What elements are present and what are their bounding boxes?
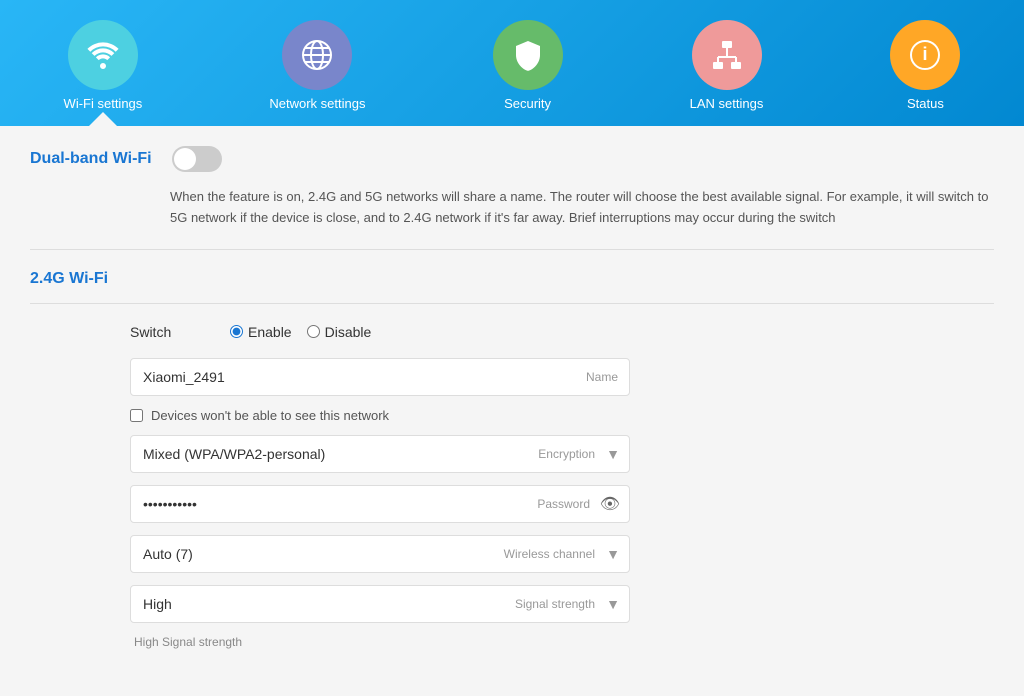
section-divider-2 — [30, 303, 994, 304]
wifi-icon — [85, 37, 121, 73]
hidden-network-row: Devices won't be able to see this networ… — [130, 408, 630, 423]
eye-icon[interactable]: 👁 — [600, 494, 620, 514]
switch-label: Switch — [130, 324, 200, 340]
security-icon-circle — [493, 20, 563, 90]
wireless-channel-wrapper: Auto (7) 1 6 11 Wireless channel ▼ — [130, 535, 630, 573]
dualband-section-header: Dual-band Wi-Fi — [30, 146, 994, 172]
enable-radio[interactable] — [230, 325, 243, 338]
info-icon: i — [907, 37, 943, 73]
signal-strength-label: Signal strength — [515, 597, 595, 611]
hidden-network-checkbox[interactable] — [130, 409, 143, 422]
switch-row: Switch Enable Disable — [130, 324, 630, 340]
nav-wifi-settings[interactable]: Wi-Fi settings — [34, 10, 173, 126]
nav-network-settings[interactable]: Network settings — [239, 10, 395, 126]
shield-icon — [510, 37, 546, 73]
signal-strength-wrapper: High Medium Low Signal strength ▼ — [130, 585, 630, 623]
network-settings-label: Network settings — [269, 96, 365, 111]
wifi-2g-form: Switch Enable Disable Name Devices won't… — [130, 324, 630, 649]
security-label: Security — [504, 96, 551, 111]
signal-strength-hint: High Signal strength — [134, 635, 630, 649]
dualband-toggle[interactable] — [172, 146, 222, 172]
encryption-wrapper: Mixed (WPA/WPA2-personal) WPA2-personal … — [130, 435, 630, 473]
svg-text:i: i — [923, 44, 928, 64]
wifi-settings-icon-circle — [68, 20, 138, 90]
network-settings-icon-circle — [282, 20, 352, 90]
name-label: Name — [586, 370, 618, 384]
nav-lan-settings[interactable]: LAN settings — [660, 10, 794, 126]
name-field-wrapper: Name — [130, 358, 630, 396]
section-divider — [30, 249, 994, 250]
disable-radio-option[interactable]: Disable — [307, 324, 372, 340]
hidden-network-label: Devices won't be able to see this networ… — [151, 408, 389, 423]
radio-group: Enable Disable — [230, 324, 371, 340]
lan-settings-icon-circle — [692, 20, 762, 90]
nav-security[interactable]: Security — [463, 10, 593, 126]
enable-radio-option[interactable]: Enable — [230, 324, 292, 340]
globe-icon — [299, 37, 335, 73]
main-content: Dual-band Wi-Fi When the feature is on, … — [0, 126, 1024, 696]
password-label: Password — [537, 497, 590, 511]
password-wrapper: Password 👁 — [130, 485, 630, 523]
nav-status[interactable]: i Status — [860, 10, 990, 126]
enable-radio-label: Enable — [248, 324, 292, 340]
encryption-label: Encryption — [538, 447, 595, 461]
dualband-description: When the feature is on, 2.4G and 5G netw… — [170, 187, 994, 229]
wifi-settings-label: Wi-Fi settings — [64, 96, 143, 111]
top-navigation: Wi-Fi settings Network settings Security — [0, 0, 1024, 126]
disable-radio[interactable] — [307, 325, 320, 338]
lan-icon — [709, 37, 745, 73]
wifi-2g-title: 2.4G Wi-Fi — [30, 270, 994, 288]
name-input[interactable] — [130, 358, 630, 396]
wireless-channel-label: Wireless channel — [504, 547, 595, 561]
status-label: Status — [907, 96, 944, 111]
lan-settings-label: LAN settings — [690, 96, 764, 111]
status-icon-circle: i — [890, 20, 960, 90]
disable-radio-label: Disable — [325, 324, 372, 340]
dualband-title: Dual-band Wi-Fi — [30, 150, 152, 168]
